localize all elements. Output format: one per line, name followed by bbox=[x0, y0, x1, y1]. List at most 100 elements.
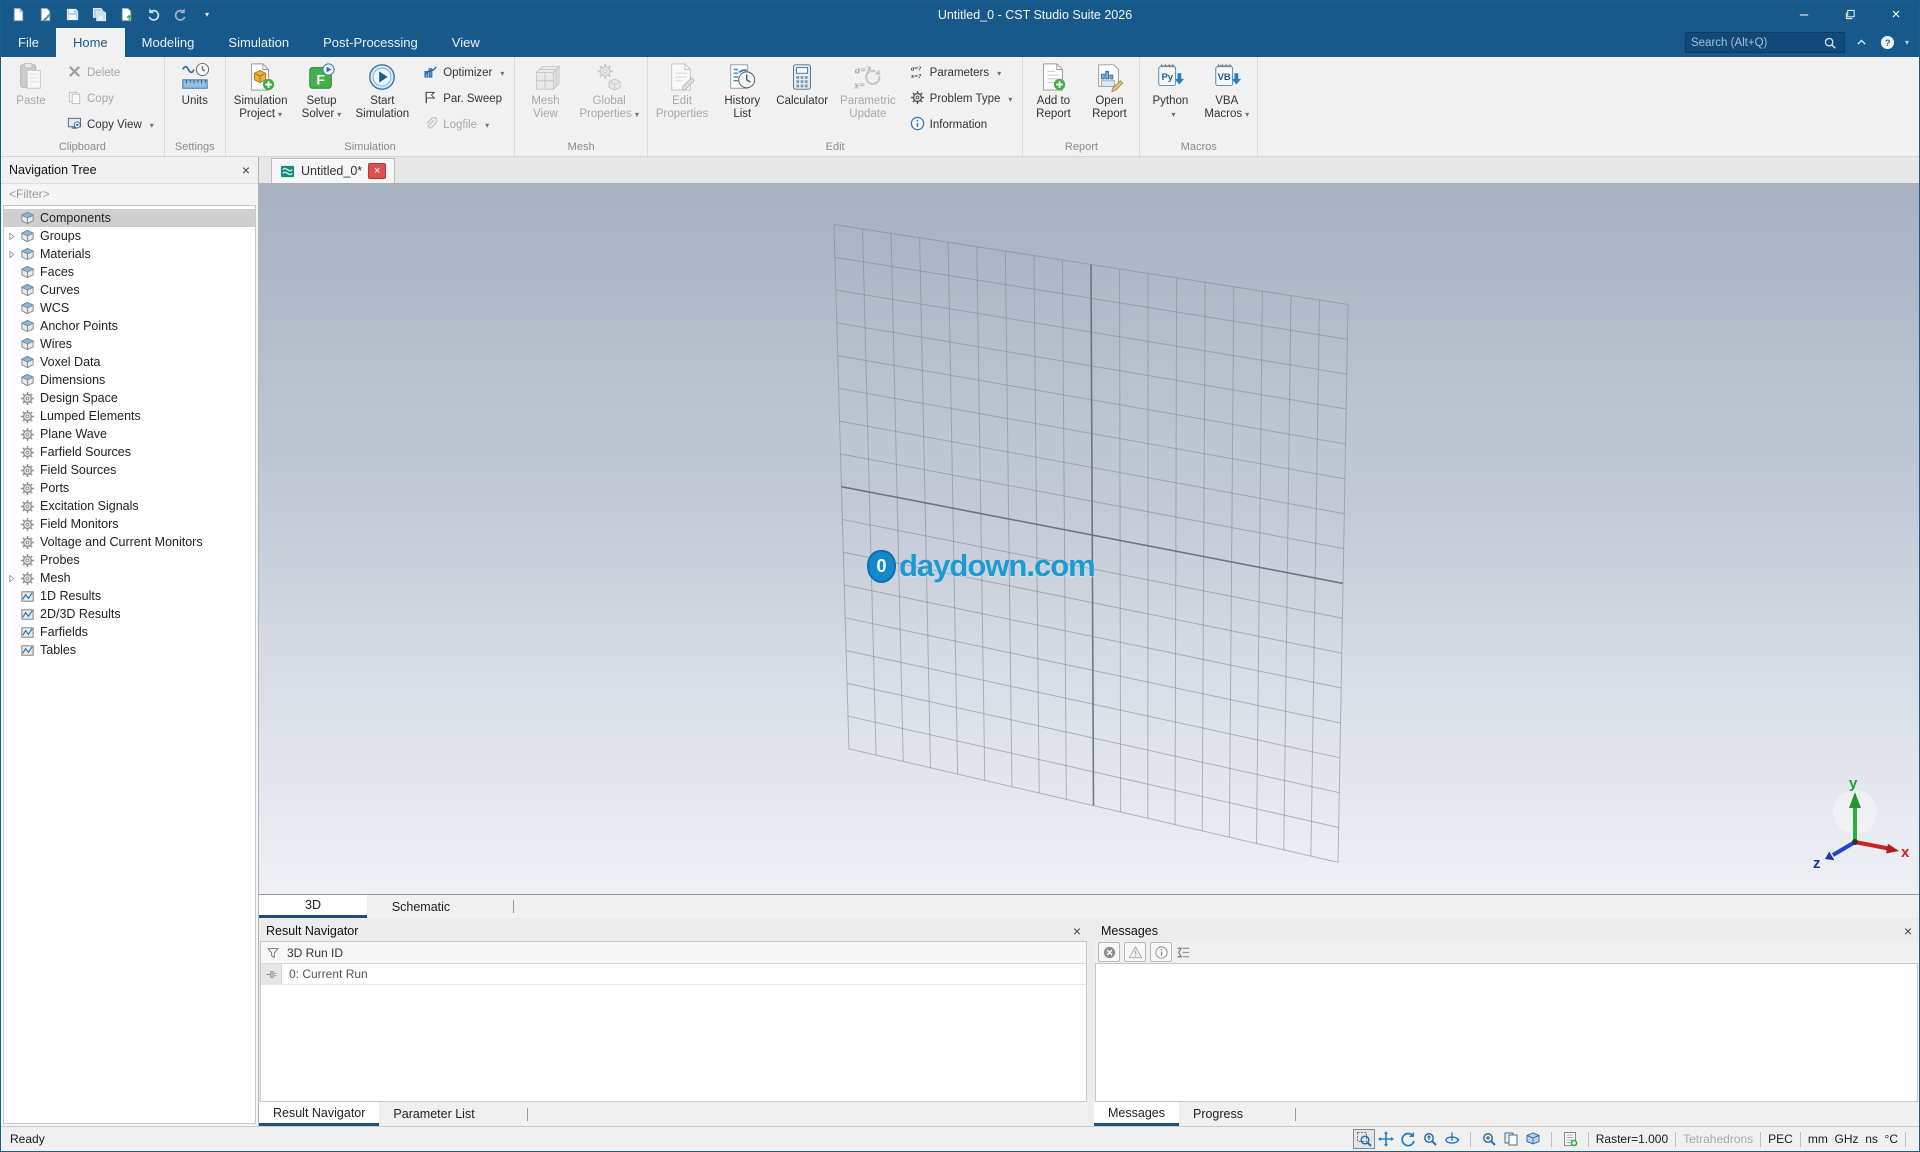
tree-item-ports[interactable]: Ports bbox=[4, 479, 255, 497]
mesh-properties-icon[interactable] bbox=[1559, 1129, 1581, 1149]
expander-icon[interactable] bbox=[4, 250, 18, 259]
ribbon-button-optimizer[interactable]: Optimizer▾ bbox=[420, 63, 507, 83]
zoom-in-icon[interactable] bbox=[1478, 1129, 1500, 1149]
ribbon-button-paste[interactable]: Paste bbox=[4, 58, 58, 140]
tree-item-field-monitors[interactable]: Field Monitors bbox=[4, 515, 255, 533]
tree-item-design-space[interactable]: Design Space bbox=[4, 389, 255, 407]
tree-item-wcs[interactable]: WCS bbox=[4, 299, 255, 317]
tree-item-components[interactable]: Components bbox=[4, 209, 255, 227]
new-document-icon[interactable] bbox=[9, 6, 27, 24]
pin-icon[interactable] bbox=[261, 964, 282, 984]
cube-3d-icon[interactable] bbox=[1522, 1129, 1544, 1149]
ribbon-button-global-properties[interactable]: GlobalProperties▾ bbox=[574, 58, 643, 140]
zoom-dynamic-icon[interactable] bbox=[1419, 1129, 1441, 1149]
ribbon-button-history-list[interactable]: HistoryList bbox=[715, 58, 769, 140]
ribbon-button-copy-view[interactable]: Copy View▾ bbox=[64, 115, 157, 135]
spin-icon[interactable] bbox=[1441, 1129, 1463, 1149]
expander-icon[interactable] bbox=[4, 574, 18, 583]
tree-item-dimensions[interactable]: Dimensions bbox=[4, 371, 255, 389]
tree-item-tables[interactable]: Tables bbox=[4, 641, 255, 659]
maximize-button[interactable] bbox=[1827, 1, 1873, 28]
ribbon-button-python[interactable]: PyPython ▾ bbox=[1143, 58, 1197, 140]
tree-item-field-sources[interactable]: Field Sources bbox=[4, 461, 255, 479]
tab-separator[interactable] bbox=[1295, 1108, 1296, 1121]
ribbon-button-setup-solver[interactable]: FSetupSolver▾ bbox=[294, 58, 348, 140]
redo-icon[interactable] bbox=[171, 6, 189, 24]
ribbon-button-parametric-update[interactable]: a=?x=ParametricUpdate bbox=[835, 58, 901, 140]
document-tab-close-icon[interactable]: × bbox=[368, 163, 386, 179]
help-button[interactable]: ? bbox=[1879, 34, 1897, 52]
ribbon-button-copy[interactable]: Copy bbox=[64, 89, 157, 109]
help-dropdown-icon[interactable]: ▾ bbox=[1905, 38, 1909, 47]
toolbar-dropdown-icon[interactable]: ▾ bbox=[198, 6, 216, 24]
result-row[interactable]: 0: Current Run bbox=[261, 964, 1086, 985]
result-table-header-row[interactable]: 3D Run ID bbox=[261, 942, 1086, 964]
tree-item-farfield-sources[interactable]: Farfield Sources bbox=[4, 443, 255, 461]
tree-item-excitation-signals[interactable]: Excitation Signals bbox=[4, 497, 255, 515]
ribbon-button-problem-type[interactable]: Problem Type▾ bbox=[907, 89, 1016, 109]
tree-item-voxel-data[interactable]: Voxel Data bbox=[4, 353, 255, 371]
export-icon[interactable] bbox=[117, 6, 135, 24]
save-icon[interactable] bbox=[63, 6, 81, 24]
close-button[interactable]: × bbox=[1873, 1, 1919, 28]
ribbon-button-par-sweep[interactable]: Par. Sweep bbox=[420, 89, 507, 109]
panel-tab-messages[interactable]: Messages bbox=[1094, 1102, 1179, 1126]
ribbon-button-edit-properties[interactable]: EditProperties bbox=[651, 58, 713, 140]
open-project-icon[interactable] bbox=[36, 6, 54, 24]
save-all-icon[interactable] bbox=[90, 6, 108, 24]
tree-item-probes[interactable]: Probes bbox=[4, 551, 255, 569]
pan-icon[interactable] bbox=[1375, 1129, 1397, 1149]
tree-item-faces[interactable]: Faces bbox=[4, 263, 255, 281]
panel-tab-parameter-list[interactable]: Parameter List bbox=[379, 1102, 488, 1126]
tree-item-1d-results[interactable]: 1D Results bbox=[4, 587, 255, 605]
3d-viewport[interactable]: 0 daydown.com y x z bbox=[259, 184, 1919, 894]
ribbon-button-logfile[interactable]: Logfile▾ bbox=[420, 115, 507, 135]
info-filter-icon[interactable] bbox=[1150, 942, 1172, 962]
rotate-icon[interactable] bbox=[1397, 1129, 1419, 1149]
search-input[interactable]: Search (Alt+Q) bbox=[1685, 32, 1845, 53]
expander-icon[interactable] bbox=[4, 232, 18, 241]
ribbon-button-information[interactable]: Information bbox=[907, 115, 1016, 135]
document-tab[interactable]: Untitled_0* × bbox=[271, 158, 395, 183]
tree-item-lumped-elements[interactable]: Lumped Elements bbox=[4, 407, 255, 425]
error-filter-icon[interactable] bbox=[1098, 942, 1120, 962]
view-tab-schematic[interactable]: Schematic bbox=[367, 895, 475, 918]
ribbon-tab-view[interactable]: View bbox=[435, 28, 497, 57]
tab-separator[interactable] bbox=[513, 900, 514, 913]
ribbon-button-mesh-view[interactable]: MeshView bbox=[518, 58, 572, 140]
ribbon-button-delete[interactable]: Delete bbox=[64, 63, 157, 83]
tab-separator[interactable] bbox=[527, 1108, 528, 1121]
ribbon-button-start-simulation[interactable]: StartSimulation bbox=[350, 58, 414, 140]
undo-icon[interactable] bbox=[144, 6, 162, 24]
ribbon-tab-home[interactable]: Home bbox=[56, 28, 125, 57]
ribbon-button-simulation-project[interactable]: SimulationProject▾ bbox=[229, 58, 293, 140]
ribbon-button-units[interactable]: Units bbox=[168, 58, 222, 140]
tree-item-anchor-points[interactable]: Anchor Points bbox=[4, 317, 255, 335]
ribbon-button-add-to-report[interactable]: Add toReport bbox=[1026, 58, 1080, 140]
tree-item-materials[interactable]: Materials bbox=[4, 245, 255, 263]
ribbon-tab-simulation[interactable]: Simulation bbox=[211, 28, 306, 57]
panel-tab-result-navigator[interactable]: Result Navigator bbox=[259, 1102, 379, 1126]
group-messages-icon[interactable] bbox=[1176, 945, 1191, 960]
tree-item-plane-wave[interactable]: Plane Wave bbox=[4, 425, 255, 443]
panel-tab-progress[interactable]: Progress bbox=[1179, 1102, 1257, 1126]
ribbon-tab-modeling[interactable]: Modeling bbox=[125, 28, 212, 57]
ribbon-button-open-report[interactable]: OpenReport bbox=[1082, 58, 1136, 140]
result-navigator-close-icon[interactable]: × bbox=[1073, 924, 1081, 938]
messages-close-icon[interactable]: × bbox=[1904, 924, 1912, 938]
view-tab-3d[interactable]: 3D bbox=[259, 895, 367, 918]
tree-item-mesh[interactable]: Mesh bbox=[4, 569, 255, 587]
tree-item-curves[interactable]: Curves bbox=[4, 281, 255, 299]
collapse-ribbon-button[interactable] bbox=[1853, 34, 1871, 52]
warning-filter-icon[interactable] bbox=[1124, 942, 1146, 962]
ribbon-button-vba-macros[interactable]: VBVBAMacros▾ bbox=[1199, 58, 1254, 140]
tree-item-groups[interactable]: Groups bbox=[4, 227, 255, 245]
navigation-tree-close-icon[interactable]: × bbox=[242, 163, 250, 177]
minimize-button[interactable]: – bbox=[1781, 1, 1827, 28]
tree-filter-input[interactable]: <Filter> bbox=[1, 184, 258, 205]
tree-item-2d-3d-results[interactable]: 2D/3D Results bbox=[4, 605, 255, 623]
tree-item-voltage-and-current-monitors[interactable]: Voltage and Current Monitors bbox=[4, 533, 255, 551]
tree-item-farfields[interactable]: Farfields bbox=[4, 623, 255, 641]
tree-item-wires[interactable]: Wires bbox=[4, 335, 255, 353]
ribbon-button-parameters[interactable]: a=?x=?Parameters▾ bbox=[907, 63, 1016, 83]
